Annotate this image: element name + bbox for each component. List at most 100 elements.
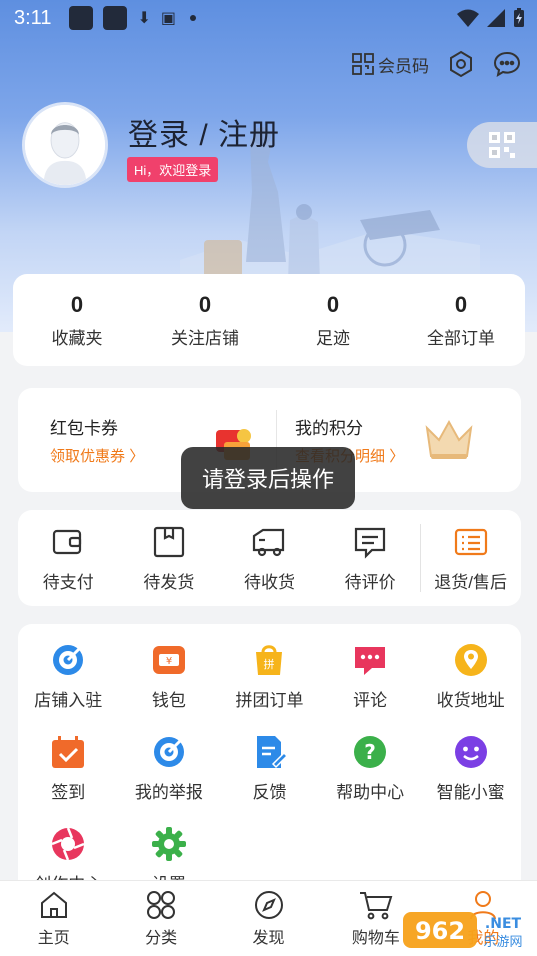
stat-label: 全部订单: [427, 328, 495, 348]
tab-home[interactable]: 主页: [0, 881, 107, 956]
wifi-icon: [457, 9, 479, 27]
stat-value: 0: [454, 291, 468, 317]
order-pending-receipt[interactable]: 待收货: [219, 510, 320, 606]
service-label: 钱包: [151, 691, 186, 710]
login-required-toast: 请登录后操作: [181, 447, 355, 509]
watermark-tagline: 乐游网: [483, 935, 522, 950]
calendar-check-icon: [52, 736, 85, 768]
service-wallet[interactable]: ¥ 钱包: [119, 642, 220, 734]
svg-text:¥: ¥: [166, 656, 172, 667]
login-register-link[interactable]: 登录 / 注册: [128, 110, 280, 154]
chevron-right-icon: 〉: [389, 448, 405, 465]
crown-icon: [425, 419, 473, 459]
status-time: 3:11: [14, 6, 52, 29]
order-label: 退货/售后: [434, 572, 508, 592]
order-label: 待支付: [42, 572, 94, 592]
stat-label: 足迹: [316, 328, 350, 348]
service-label: 店铺入驻: [34, 691, 103, 710]
tab-label: 分类: [145, 929, 178, 947]
more-notifications-icon: [189, 15, 196, 21]
home-icon: [40, 891, 67, 918]
category-icon: [147, 890, 176, 919]
svg-text:拼: 拼: [264, 657, 275, 671]
settings-button[interactable]: [447, 50, 475, 78]
service-label: 我的举报: [134, 783, 203, 802]
message-button[interactable]: [493, 50, 521, 78]
stat-footprints[interactable]: 0 足迹: [269, 274, 397, 366]
wallet-icon: [53, 529, 82, 554]
service-feedback[interactable]: 反馈: [219, 734, 320, 826]
tab-label: 主页: [37, 929, 70, 947]
order-pending-payment[interactable]: 待支付: [18, 510, 119, 606]
header-actions: 会员码: [352, 50, 521, 78]
service-label: 帮助中心: [336, 783, 405, 802]
order-label: 待评价: [344, 572, 396, 592]
svg-text:?: ?: [364, 740, 376, 764]
return-icon: [454, 528, 487, 555]
status-bar: 3:11 ⬇ ▣: [0, 0, 537, 36]
watermark-logo-icon: 962 .NET 乐游网: [403, 912, 523, 950]
coupon-link-label: 领取优惠券: [50, 448, 126, 465]
service-group-buy-orders[interactable]: 拼 拼团订单: [219, 642, 320, 734]
tab-category[interactable]: 分类: [107, 881, 214, 956]
service-label: 智能小蜜: [436, 783, 505, 802]
target-icon: [153, 737, 184, 767]
chevron-right-icon: 〉: [129, 448, 145, 465]
location-icon: [454, 644, 487, 676]
service-label: 评论: [353, 691, 388, 710]
points-title: 我的积分: [295, 419, 363, 438]
order-label: 待发货: [143, 572, 195, 592]
orders-card: 待支付 待发货 待收货 待评价 退货/售后: [18, 510, 521, 606]
gear-icon: [151, 827, 186, 861]
stat-label: 关注店铺: [171, 328, 239, 348]
comment-icon: [354, 527, 386, 559]
stat-favorites[interactable]: 0 收藏夹: [13, 274, 141, 366]
wallet-icon: ¥: [152, 646, 185, 674]
order-returns[interactable]: 退货/售后: [420, 510, 521, 606]
service-my-reports[interactable]: 我的举报: [119, 734, 220, 826]
tab-label: 购物车: [351, 929, 400, 947]
assistant-icon: [454, 736, 487, 768]
order-pending-review[interactable]: 待评价: [320, 510, 421, 606]
service-shop-settle[interactable]: 店铺入驻: [18, 642, 119, 734]
stat-label: 收藏夹: [51, 328, 103, 348]
service-help-center[interactable]: ? 帮助中心: [320, 734, 421, 826]
service-comments[interactable]: 评论: [320, 642, 421, 734]
compass-icon: [254, 890, 283, 919]
service-label: 反馈: [252, 783, 287, 802]
signal-icon: [487, 9, 505, 27]
avatar[interactable]: [22, 102, 108, 188]
order-label: 待收货: [243, 572, 295, 592]
stats-card: 0 收藏夹 0 关注店铺 0 足迹 0 全部订单: [13, 274, 525, 366]
cart-icon: [359, 891, 393, 919]
chat-icon: [355, 647, 386, 675]
member-code-button[interactable]: 会员码: [352, 52, 429, 77]
services-card: 店铺入驻 ¥ 钱包 拼 拼团订单 评论 收货地址 签到 我的举报 反馈 ? 帮助…: [18, 624, 521, 924]
truck-icon: [253, 528, 285, 556]
service-label: 拼团订单: [235, 691, 304, 710]
member-code-label: 会员码: [378, 56, 429, 76]
service-check-in[interactable]: 签到: [18, 734, 119, 826]
aperture-icon: [51, 827, 85, 861]
download-icon: ⬇: [137, 10, 151, 27]
service-label: 签到: [51, 783, 86, 802]
app-notification-icon: ▣: [160, 10, 176, 27]
notification-icon: [103, 6, 128, 30]
watermark-brand: 962: [415, 917, 465, 945]
qr-code-icon: [352, 53, 374, 75]
tab-label: 发现: [252, 929, 285, 947]
help-icon: ?: [354, 736, 387, 768]
battery-icon: [514, 8, 524, 27]
watermark-suffix: .NET: [485, 916, 522, 932]
stat-value: 0: [70, 291, 84, 317]
order-pending-shipment[interactable]: 待发货: [119, 510, 220, 606]
stat-followed-shops[interactable]: 0 关注店铺: [141, 274, 269, 366]
stat-value: 0: [198, 291, 212, 317]
stat-all-orders[interactable]: 0 全部订单: [397, 274, 525, 366]
target-icon: [53, 645, 84, 675]
tab-discover[interactable]: 发现: [215, 881, 322, 956]
qr-code-icon: [489, 132, 515, 158]
service-smart-assistant[interactable]: 智能小蜜: [420, 734, 521, 826]
qr-code-button[interactable]: [467, 122, 537, 168]
service-address[interactable]: 收货地址: [420, 642, 521, 734]
